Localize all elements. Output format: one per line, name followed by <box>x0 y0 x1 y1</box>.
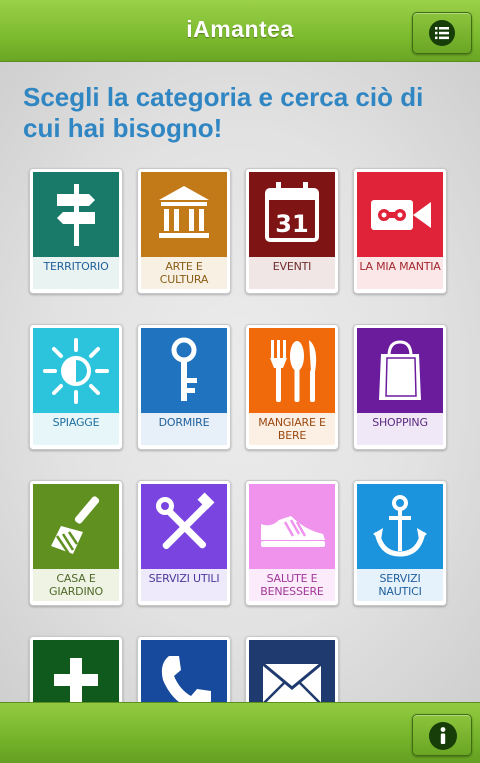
medical-cross-icon <box>33 640 119 702</box>
shopping-bag-icon <box>357 328 443 413</box>
list-icon <box>429 20 455 46</box>
category-tile[interactable] <box>29 636 123 702</box>
category-label: SERVIZI UTILI <box>141 569 227 601</box>
menu-button[interactable] <box>412 12 472 54</box>
top-bar: iAmantea <box>0 0 480 62</box>
category-label: CASA E GIARDINO <box>33 569 119 601</box>
category-tile[interactable]: 31 EVENTI <box>245 168 339 294</box>
category-label: MANGIARE E BERE <box>249 413 335 445</box>
sun-icon <box>33 328 119 413</box>
category-tile[interactable] <box>137 636 231 702</box>
info-button[interactable] <box>412 714 472 756</box>
app-title: iAmantea <box>186 16 294 42</box>
category-tile[interactable]: SERVIZI UTILI <box>137 480 231 606</box>
category-tile[interactable]: SHOPPING <box>353 324 447 450</box>
category-label: DORMIRE <box>141 413 227 445</box>
category-tile[interactable]: SPIAGGE <box>29 324 123 450</box>
page-headline: Scegli la categoria e cerca ciò di cui h… <box>23 82 424 143</box>
brush-icon <box>33 484 119 569</box>
category-tile[interactable] <box>245 636 339 702</box>
category-label: LA MIA MANTIA <box>357 257 443 289</box>
category-tile[interactable]: SERVIZI NAUTICI <box>353 480 447 606</box>
category-label: SERVIZI NAUTICI <box>357 569 443 601</box>
video-camera-icon <box>357 172 443 257</box>
bottom-bar <box>0 702 480 763</box>
category-label: SALUTE E BENESSERE <box>249 569 335 601</box>
category-label: EVENTI <box>249 257 335 289</box>
tools-icon <box>141 484 227 569</box>
signpost-icon <box>33 172 119 257</box>
info-icon <box>429 722 457 750</box>
phone-icon <box>141 640 227 702</box>
cutlery-icon <box>249 328 335 413</box>
category-tile[interactable]: TERRITORIO <box>29 168 123 294</box>
category-tile[interactable]: CASA E GIARDINO <box>29 480 123 606</box>
anchor-icon <box>357 484 443 569</box>
svg-text:31: 31 <box>275 210 308 238</box>
category-tile[interactable]: MANGIARE E BERE <box>245 324 339 450</box>
category-label: SHOPPING <box>357 413 443 445</box>
museum-icon <box>141 172 227 257</box>
envelope-icon <box>249 640 335 702</box>
category-label: TERRITORIO <box>33 257 119 289</box>
category-label: SPIAGGE <box>33 413 119 445</box>
key-icon <box>141 328 227 413</box>
sneaker-icon <box>249 484 335 569</box>
category-tile[interactable]: ARTE E CULTURA <box>137 168 231 294</box>
content-area[interactable]: Scegli la categoria e cerca ciò di cui h… <box>0 62 480 702</box>
category-tile[interactable]: SALUTE E BENESSERE <box>245 480 339 606</box>
category-tile[interactable]: DORMIRE <box>137 324 231 450</box>
calendar-icon: 31 <box>249 172 335 257</box>
category-label: ARTE E CULTURA <box>141 257 227 289</box>
category-tile[interactable]: LA MIA MANTIA <box>353 168 447 294</box>
